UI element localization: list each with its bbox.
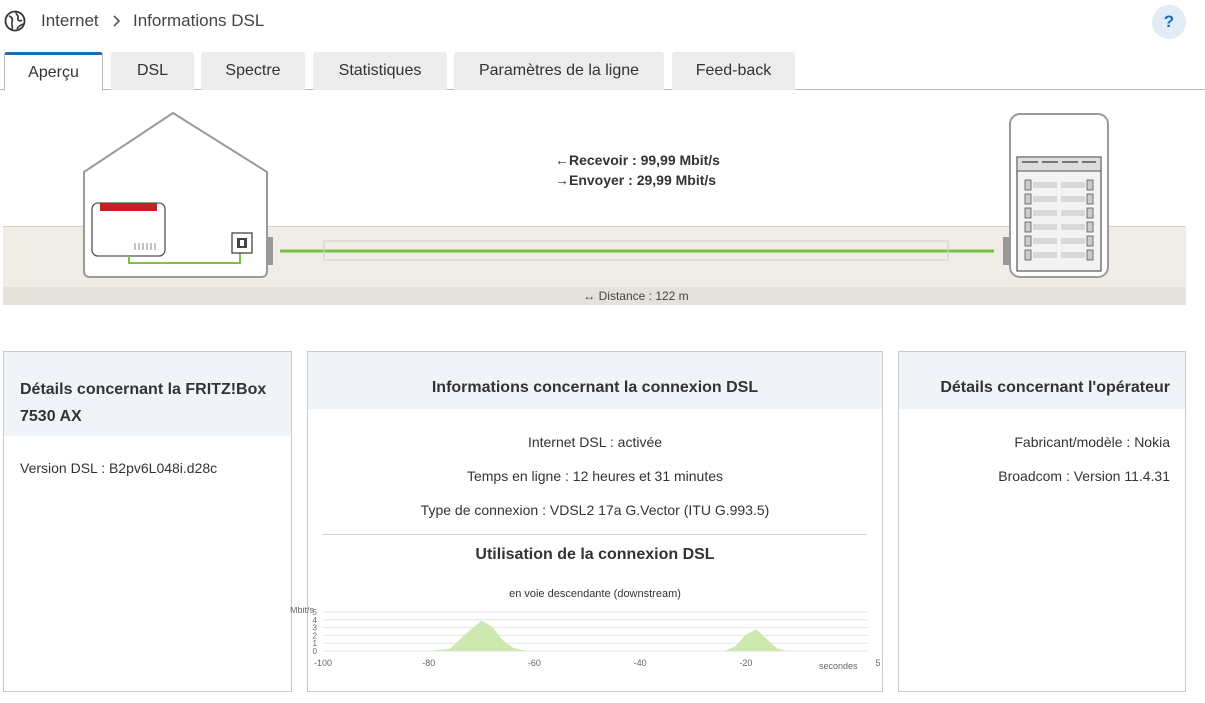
breadcrumb-internet[interactable]: Internet [41, 11, 99, 31]
y-tick-label: 4 [313, 616, 318, 625]
y-tick-label: 1 [313, 639, 318, 648]
connection-type: Type de connexion : VDSL2 17a G.Vector (… [420, 502, 770, 518]
distance-label: ↔ Distance : 122 m [0, 289, 1205, 303]
usage-chart: 012345 -100 -80 -60 -40 -20 5 Mbit/s secondes [290, 607, 881, 671]
dsl-status: Internet DSL : activée [527, 434, 663, 450]
tab-spectre[interactable]: Spectre [201, 52, 305, 90]
y-tick-label: 3 [313, 624, 318, 633]
receive-rate: Recevoir : 99,99 Mbit/s [569, 152, 720, 168]
tab-statistiques[interactable]: Statistiques [313, 52, 447, 90]
tab-feedback[interactable]: Feed-back [672, 52, 795, 90]
send-rate: Envoyer : 29,99 Mbit/s [569, 172, 717, 188]
usage-chart-subtitle: en voie descendante (downstream) [509, 588, 681, 600]
broadcom-version: Broadcom : Version 11.4.31 [998, 468, 1170, 484]
usage-chart-title: Utilisation de la connexion DSL [475, 546, 715, 563]
chevron-right-icon [113, 15, 121, 27]
x-tick-label: -20 [739, 658, 752, 668]
dsl-version: Version DSL : B2pv6L048i.d28c [20, 460, 218, 476]
operator-details-panel: Détails concernant l'opérateur Fabricant… [898, 351, 1186, 692]
panel-title: Détails concernant l'opérateur [899, 352, 1185, 409]
globe-icon [4, 10, 26, 32]
tab-apercu[interactable]: Aperçu [4, 52, 103, 91]
x-tick-label: -100 [314, 658, 332, 668]
help-button[interactable]: ? [1152, 5, 1186, 39]
line-overview-diagram [83, 111, 1109, 278]
top-bar: Internet Informations DSL ? [0, 0, 1205, 44]
arrow-left-icon: ← [555, 152, 569, 168]
divider [323, 534, 867, 535]
exchange-cabinet-icon [1003, 113, 1109, 278]
vendor-model: Fabricant/modèle : Nokia [1014, 434, 1170, 450]
panel-title: Informations concernant la connexion DSL [308, 352, 882, 409]
x-axis-label: secondes [819, 661, 858, 671]
house-icon [83, 111, 273, 278]
tab-bar: Aperçu DSL Spectre Statistiques Paramètr… [0, 52, 1205, 91]
arrows-left-right-icon: ↔ [583, 289, 596, 303]
x-tick-label: 5 [875, 658, 880, 668]
y-tick-label: 2 [313, 631, 318, 640]
rates-block: ←Recevoir : 99,99 Mbit/s →Envoyer : 29,9… [555, 150, 720, 190]
distance-value: Distance : 122 m [598, 289, 689, 303]
y-tick-label: 0 [313, 647, 318, 656]
x-tick-label: -40 [634, 658, 647, 668]
tab-dsl[interactable]: DSL [111, 52, 194, 90]
arrow-right-icon: → [555, 172, 569, 188]
fritzbox-details-panel: Détails concernant la FRITZ!Box 7530 AX … [3, 351, 292, 692]
tab-parametres-ligne[interactable]: Paramètres de la ligne [454, 52, 664, 90]
x-tick-label: -80 [422, 658, 435, 668]
y-axis-label: Mbit/s [290, 607, 315, 615]
connection-info-panel: Informations concernant la connexion DSL… [290, 351, 883, 692]
panel-title: Détails concernant la FRITZ!Box 7530 AX [4, 352, 291, 436]
online-time: Temps en ligne : 12 heures et 31 minutes [466, 468, 724, 484]
x-tick-label: -60 [528, 658, 541, 668]
breadcrumb-current: Informations DSL [133, 11, 265, 30]
